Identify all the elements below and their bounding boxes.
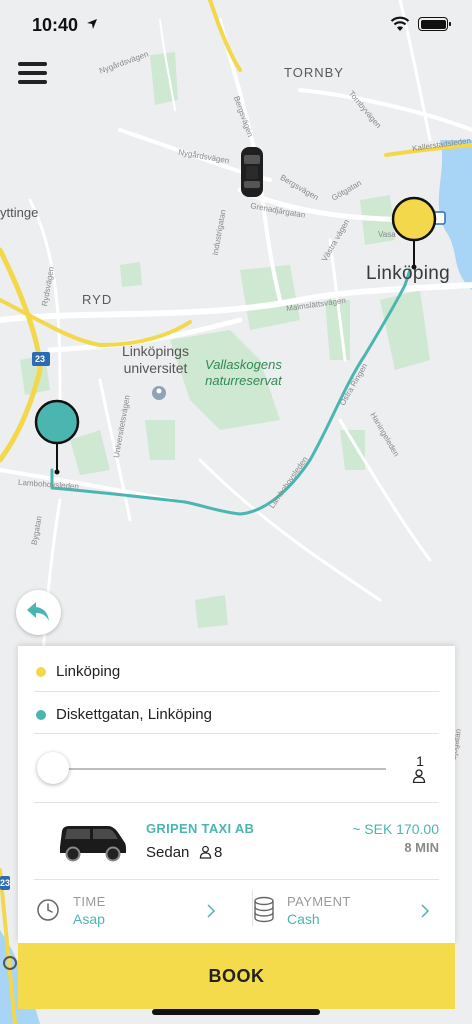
status-bar: 10:40 — [0, 0, 472, 50]
map-label-park-line1: Vallaskogens — [205, 357, 282, 372]
payment-value: Cash — [287, 911, 320, 927]
pickup-dot-icon — [36, 710, 46, 720]
map-label-road-23: 23 — [35, 354, 46, 364]
pickup-text: Diskettgatan, Linköping — [56, 706, 212, 723]
coins-icon — [254, 896, 274, 923]
booking-sheet: Linköping Diskettgatan, Linköping 1 GRIP… — [18, 646, 455, 943]
time-option[interactable]: TIME Asap — [34, 880, 252, 940]
person-icon — [412, 769, 426, 783]
car-type: Sedan — [146, 844, 190, 861]
destination-pin-icon[interactable] — [390, 196, 440, 272]
destination-row[interactable]: Linköping — [34, 646, 439, 692]
seat-count: 8 — [214, 844, 223, 861]
payment-chevron-right-icon — [421, 904, 430, 918]
status-time: 10:40 — [32, 15, 79, 35]
company-name: GRIPEN TAXI AB — [146, 821, 255, 836]
map-label-university: Linköpings universitet — [122, 343, 189, 377]
clock-icon — [37, 899, 59, 921]
back-button[interactable] — [16, 590, 61, 635]
map-label-yttinge: yttinge — [0, 205, 39, 220]
price-estimate: ~ SEK 170.00 — [352, 821, 439, 837]
battery-icon — [418, 17, 451, 31]
map-label-tornby: TORNBY — [284, 65, 344, 80]
destination-dot-icon — [36, 667, 46, 677]
eta: 8 MIN — [404, 840, 439, 855]
wifi-icon — [390, 16, 410, 31]
payment-title: PAYMENT — [287, 894, 351, 909]
vehicle-option[interactable]: GRIPEN TAXI AB Sedan 8 ~ SEK 170.00 8 MI… — [34, 803, 439, 880]
time-value: Asap — [73, 911, 105, 927]
screen: TORNBY RYD yttinge Linköping Linköpings … — [0, 0, 472, 1024]
menu-icon[interactable] — [18, 60, 48, 86]
payment-option[interactable]: PAYMENT Cash — [253, 880, 439, 940]
home-indicator — [152, 1009, 320, 1015]
passenger-slider-knob[interactable] — [37, 752, 69, 784]
map-label-university-line2: universitet — [123, 360, 188, 376]
pickup-pin-icon[interactable] — [33, 399, 83, 477]
return-arrow-icon — [27, 602, 49, 621]
destination-text: Linköping — [56, 663, 121, 680]
time-title: TIME — [73, 894, 106, 909]
seats-person-icon — [199, 845, 212, 859]
passenger-row: 1 — [34, 734, 439, 803]
pickup-row[interactable]: Diskettgatan, Linköping — [34, 692, 439, 734]
map-label-university-line1: Linköpings — [122, 343, 189, 359]
map-label-park-line2: naturreservat — [205, 373, 282, 388]
location-arrow-icon — [87, 19, 97, 29]
map-label-park: Vallaskogens naturreservat — [205, 357, 282, 389]
van-icon — [60, 826, 126, 862]
book-button[interactable]: BOOK — [18, 943, 455, 1009]
taxi-car-icon — [241, 147, 263, 197]
passenger-slider-track[interactable] — [54, 768, 386, 770]
map-label-road-23b: 23 — [0, 878, 11, 888]
map-label-ryd: RYD — [82, 292, 113, 307]
options-row: TIME Asap PAYMENT Cash — [34, 880, 439, 943]
passenger-count: 1 — [416, 753, 424, 769]
time-chevron-right-icon — [207, 904, 216, 918]
